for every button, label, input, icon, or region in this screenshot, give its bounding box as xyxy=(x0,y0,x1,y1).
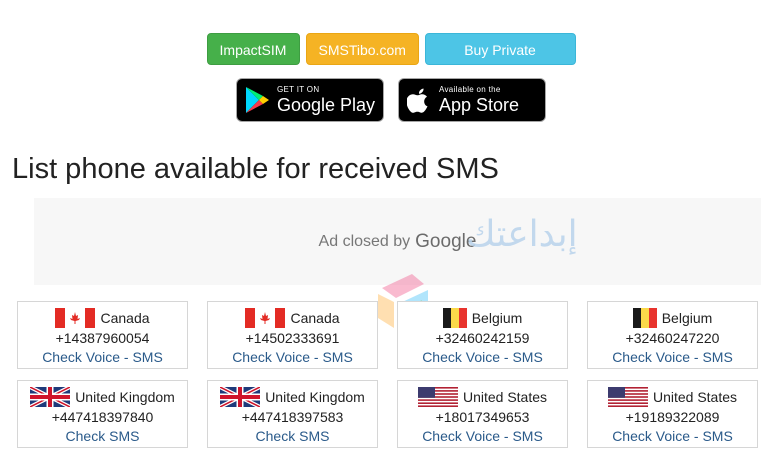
check-label: Check xyxy=(255,428,296,444)
separator: - xyxy=(123,349,129,365)
phone-card[interactable]: United Kingdom +447418397583 Check SMS xyxy=(207,380,378,448)
separator: - xyxy=(313,349,319,365)
sms-link[interactable]: SMS xyxy=(702,349,732,365)
app-store-badges: GET IT ON Google Play Available on the A… xyxy=(0,78,782,122)
sms-link[interactable]: SMS xyxy=(512,428,542,444)
belgium-flag-icon xyxy=(442,308,467,328)
phone-number: +14387960054 xyxy=(55,330,150,346)
sms-link[interactable]: SMS xyxy=(322,349,352,365)
voice-link[interactable]: Voice xyxy=(466,428,500,444)
phone-card[interactable]: United States +18017349653 Check Voice -… xyxy=(397,380,568,448)
check-label: Check xyxy=(422,349,462,365)
uk-flag-icon xyxy=(220,387,261,407)
phone-number: +32460247220 xyxy=(625,330,720,346)
country-name: United States xyxy=(652,389,738,405)
phone-number: +447418397583 xyxy=(241,409,344,425)
belgium-flag-icon xyxy=(632,308,657,328)
voice-link[interactable]: Voice xyxy=(276,349,310,365)
phone-card[interactable]: Canada +14387960054 Check Voice - SMS xyxy=(17,301,188,369)
check-label: Check xyxy=(612,349,652,365)
phone-number: +14502333691 xyxy=(245,330,340,346)
sms-link[interactable]: SMS xyxy=(132,349,162,365)
check-label: Check xyxy=(422,428,462,444)
canada-flag-icon xyxy=(245,308,286,328)
us-flag-icon xyxy=(417,387,458,407)
phone-number: +447418397840 xyxy=(51,409,154,425)
google-play-big-text: Google Play xyxy=(277,95,376,115)
voice-link[interactable]: Voice xyxy=(86,349,120,365)
separator: - xyxy=(503,428,509,444)
canada-flag-icon xyxy=(55,308,96,328)
top-button-row: ImpactSIM SMSTibo.com Buy Private Number xyxy=(0,33,782,90)
phone-card[interactable]: Belgium +32460247220 Check Voice - SMS xyxy=(587,301,758,369)
country-name: United Kingdom xyxy=(75,389,175,405)
app-store-big-text: App Store xyxy=(439,95,520,115)
country-name: Canada xyxy=(290,310,340,326)
country-name: Canada xyxy=(100,310,150,326)
phone-number: +32460242159 xyxy=(435,330,530,346)
phone-number: +18017349653 xyxy=(435,409,530,425)
google-play-small-text: GET IT ON xyxy=(277,85,320,94)
phone-card[interactable]: United Kingdom +447418397840 Check SMS xyxy=(17,380,188,448)
sms-link[interactable]: SMS xyxy=(299,428,329,444)
uk-flag-icon xyxy=(30,387,71,407)
country-name: United Kingdom xyxy=(265,389,365,405)
separator: - xyxy=(693,349,699,365)
separator: - xyxy=(693,428,699,444)
impactsim-button[interactable]: ImpactSIM xyxy=(206,33,300,65)
separator: - xyxy=(503,349,509,365)
phone-number: +19189322089 xyxy=(625,409,720,425)
country-name: United States xyxy=(462,389,548,405)
sms-link[interactable]: SMS xyxy=(109,428,139,444)
smstibo-button[interactable]: SMSTibo.com xyxy=(305,33,419,65)
app-store-badge[interactable]: Available on the App Store xyxy=(398,78,546,122)
app-store-small-text: Available on the xyxy=(439,85,501,94)
us-flag-icon xyxy=(607,387,648,407)
google-play-icon xyxy=(237,78,277,122)
sms-link[interactable]: SMS xyxy=(512,349,542,365)
check-label: Check xyxy=(42,349,82,365)
page-title: List phone available for received SMS xyxy=(12,153,499,185)
watermark-text: إبداعتك xyxy=(466,214,578,255)
check-label: Check xyxy=(232,349,272,365)
sms-link[interactable]: SMS xyxy=(702,428,732,444)
phone-card[interactable]: Canada +14502333691 Check Voice - SMS xyxy=(207,301,378,369)
voice-link[interactable]: Voice xyxy=(466,349,500,365)
phone-card[interactable]: United States +19189322089 Check Voice -… xyxy=(587,380,758,448)
apple-icon xyxy=(399,78,439,122)
buy-private-number-button[interactable]: Buy Private Number xyxy=(424,33,576,90)
voice-link[interactable]: Voice xyxy=(656,428,690,444)
check-label: Check xyxy=(612,428,652,444)
country-name: Belgium xyxy=(661,310,713,326)
check-label: Check xyxy=(65,428,106,444)
voice-link[interactable]: Voice xyxy=(656,349,690,365)
phone-card[interactable]: Belgium +32460242159 Check Voice - SMS xyxy=(397,301,568,369)
country-name: Belgium xyxy=(471,310,523,326)
ad-closed-label: Ad closed by xyxy=(318,232,411,250)
google-play-badge[interactable]: GET IT ON Google Play xyxy=(236,78,384,122)
